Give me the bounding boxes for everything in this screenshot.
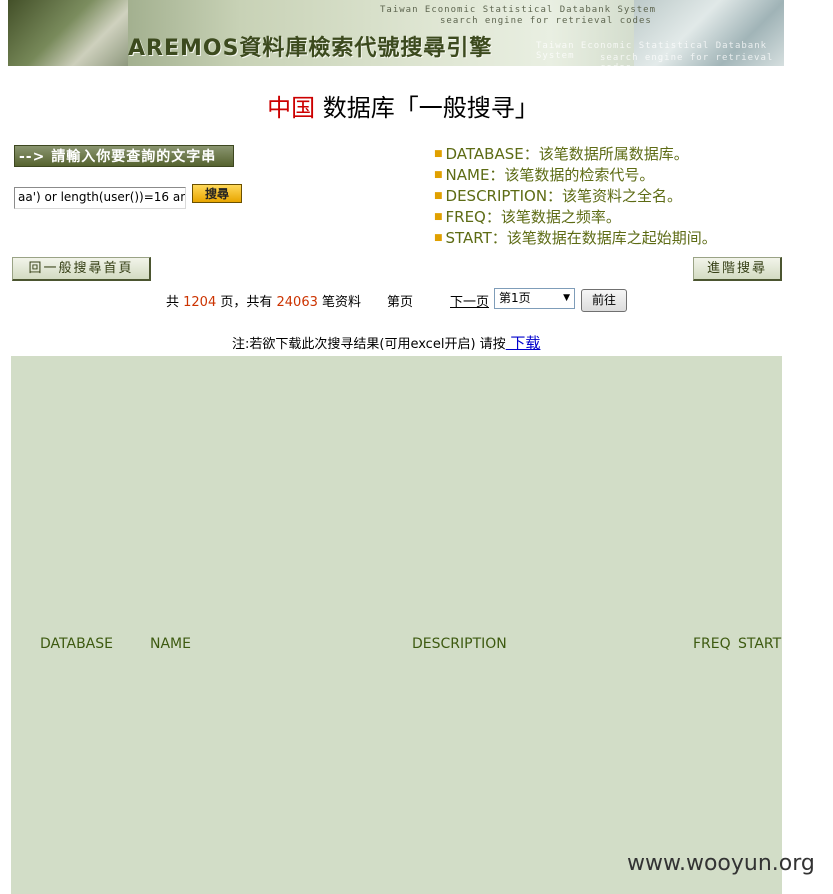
bullet-icon: ■ (434, 212, 443, 222)
download-note: 注:若欲下载此次搜寻结果(可用excel开启) 请按 下载 (232, 334, 541, 352)
bullet-icon: ■ (434, 191, 443, 201)
search-input[interactable]: aa') or length(user())=16 and (14, 187, 186, 209)
banner-title: AREMOS資料庫檢索代號搜尋引擎 (128, 36, 493, 61)
page-title-rest: 数据库「一般搜寻」 (315, 94, 539, 122)
page-title: 中国 数据库「一般搜寻」 (0, 88, 806, 123)
search-button[interactable]: 搜尋 (192, 184, 242, 203)
column-header-freq: FREQ (693, 636, 731, 652)
total-records: 24063 (276, 295, 318, 310)
legend-item-name: ■ NAME：该笔数据的检索代号。 (434, 166, 655, 184)
watermark-text: www.wooyun.org (627, 851, 815, 876)
bullet-icon: ■ (434, 149, 443, 159)
page-label: 第页 (387, 295, 414, 310)
chevron-down-icon: ▼ (563, 293, 570, 303)
field-legend: ■ DATABASE：该笔数据所属数据库。 ■ NAME：该笔数据的检索代号。 ■ D… (434, 144, 717, 249)
advanced-search-button[interactable]: 進階搜尋 (693, 257, 782, 281)
page-title-country: 中国 (267, 94, 316, 122)
total-pages: 1204 (183, 295, 217, 310)
results-table: DATABASE NAME DESCRIPTION FREQ START (11, 356, 782, 894)
legend-item-database: ■ DATABASE：该笔数据所属数据库。 (434, 145, 689, 163)
download-link[interactable]: 下载 (506, 334, 540, 352)
bullet-icon: ■ (434, 170, 443, 180)
banner-ghost-text-2: search engine for retrieval codes (600, 53, 774, 66)
bullet-icon: ■ (434, 233, 443, 243)
next-page-link[interactable]: 下一页 (450, 291, 489, 310)
banner-subtitle-1: Taiwan Economic Statistical Databank Sys… (380, 5, 656, 15)
legend-item-start: ■ START：该笔数据在数据库之起始期间。 (434, 229, 717, 247)
banner-subtitle-2: search engine for retrieval codes (440, 16, 652, 26)
legend-item-freq: ■ FREQ：该笔数据之频率。 (434, 208, 621, 226)
result-summary: 共 1204 页，共有 24063 笔资料 (166, 295, 361, 310)
header-banner: Taiwan Economic Statistical Databank Sys… (8, 0, 784, 66)
column-header-database: DATABASE (40, 636, 113, 652)
banner-photo-left (8, 0, 128, 66)
back-to-search-home-button[interactable]: 回一般搜尋首頁 (12, 257, 151, 281)
page-select[interactable]: 第1页 ▼ (494, 288, 575, 309)
column-header-start: START (738, 636, 782, 652)
legend-item-description: ■ DESCRIPTION：该笔资料之全名。 (434, 187, 683, 205)
column-header-name: NAME (150, 636, 191, 652)
go-button[interactable]: 前往 (581, 289, 627, 312)
column-header-description: DESCRIPTION (412, 636, 507, 652)
search-prompt-label: --> 請輸入你要查詢的文字串 (14, 145, 234, 167)
